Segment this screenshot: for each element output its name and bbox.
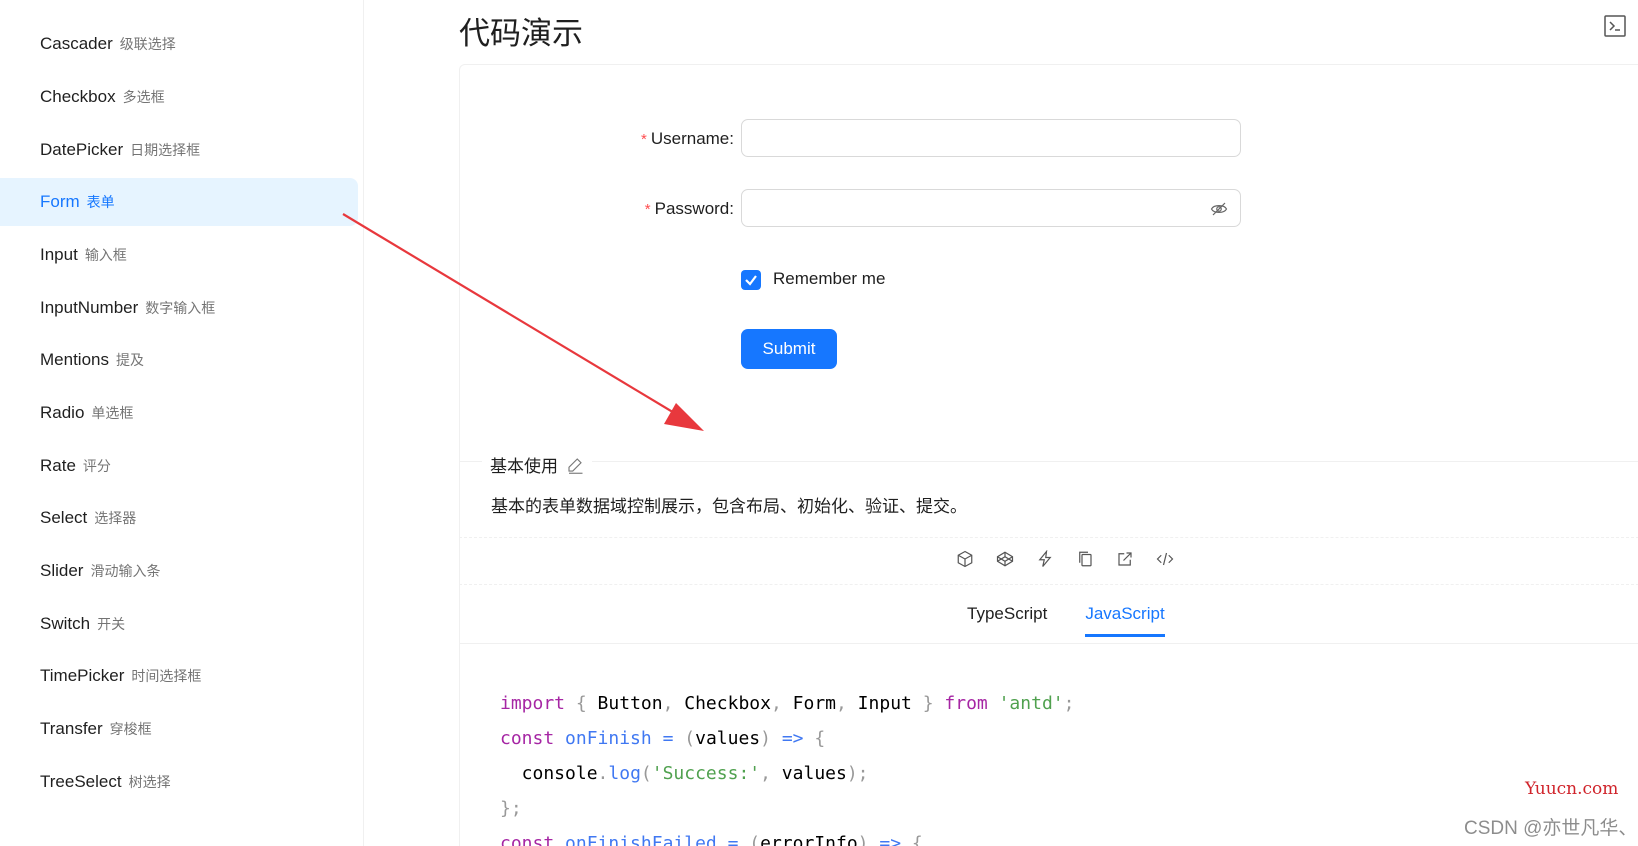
code-line: };	[500, 798, 522, 819]
sidebar-item-cascader[interactable]: Cascader 级联选择	[0, 20, 358, 68]
sidebar-item-label: InputNumber	[40, 298, 139, 317]
sidebar-item-checkbox[interactable]: Checkbox 多选框	[0, 73, 358, 121]
section-divider	[459, 461, 1638, 462]
remember-label[interactable]: Remember me	[773, 269, 885, 289]
sidebar-item-label: Transfer	[40, 719, 103, 738]
password-label-text: Password	[654, 199, 730, 218]
sidebar-item-inputnumber[interactable]: InputNumber 数字输入框	[0, 284, 358, 332]
sidebar-item-treeselect[interactable]: TreeSelect 树选择	[0, 758, 358, 806]
sidebar-item-input[interactable]: Input 输入框	[0, 231, 358, 279]
sidebar-item-sublabel: 树选择	[128, 774, 171, 790]
sidebar-item-form[interactable]: Form 表单	[0, 178, 358, 226]
sidebar-item-sublabel: 开关	[97, 616, 126, 632]
sidebar-item-rate[interactable]: Rate 评分	[0, 442, 358, 490]
sidebar-item-sublabel: 输入框	[84, 247, 127, 263]
sidebar-item-switch[interactable]: Switch 开关	[0, 600, 358, 648]
sidebar-item-sublabel: 多选框	[122, 89, 165, 105]
sidebar-item-sublabel: 提及	[115, 352, 144, 368]
copy-icon[interactable]	[1076, 550, 1094, 568]
username-label-text: Username	[650, 129, 730, 148]
sidebar-item-label: Input	[40, 245, 78, 264]
sidebar: Cascader 级联选择 Checkbox 多选框 DatePicker 日期…	[0, 0, 364, 846]
sidebar-item-transfer[interactable]: Transfer 穿梭框	[0, 705, 358, 753]
edit-icon[interactable]	[566, 456, 584, 474]
sidebar-item-label: Switch	[40, 614, 91, 633]
code-icon[interactable]	[1156, 550, 1174, 568]
codesandbox-icon[interactable]	[956, 550, 974, 568]
username-label: * Username:	[626, 129, 734, 149]
sidebar-item-label: Mentions	[40, 350, 109, 369]
sidebar-item-radio[interactable]: Radio 单选框	[0, 389, 358, 437]
code-line: import { Button, Checkbox, Form, Input }…	[500, 693, 1075, 714]
dashed-divider	[459, 537, 1638, 538]
remember-checkbox[interactable]	[741, 270, 761, 290]
code-line: const onFinishFailed = (errorInfo) => {	[500, 833, 923, 846]
codepen-icon[interactable]	[996, 550, 1014, 568]
code-line: const onFinish = (values) => {	[500, 728, 826, 749]
eye-invisible-icon[interactable]	[1210, 200, 1228, 218]
label-colon: :	[729, 199, 734, 218]
sidebar-item-label: Form	[40, 192, 80, 211]
code-block: import { Button, Checkbox, Form, Input }…	[500, 686, 1074, 846]
sidebar-item-sublabel: 级联选择	[119, 36, 176, 52]
sidebar-item-sublabel: 滑动输入条	[90, 563, 161, 579]
sidebar-item-sublabel: 穿梭框	[109, 721, 152, 737]
sidebar-item-timepicker[interactable]: TimePicker 时间选择框	[0, 652, 358, 700]
username-field[interactable]	[741, 119, 1241, 157]
demo-description: 基本的表单数据域控制展示，包含布局、初始化、验证、提交。	[491, 497, 967, 516]
tab-javascript[interactable]: JavaScript	[1085, 604, 1165, 637]
sidebar-item-sublabel: 评分	[82, 458, 111, 474]
sidebar-item-label: Radio	[40, 403, 85, 422]
sidebar-item-slider[interactable]: Slider 滑动输入条	[0, 547, 358, 595]
watermark-site: Yuucn.com	[1525, 779, 1619, 799]
code-line: console.log('Success:', values);	[500, 763, 869, 784]
required-mark: *	[641, 131, 647, 148]
sidebar-item-select[interactable]: Select 选择器	[0, 494, 358, 542]
sidebar-item-datepicker[interactable]: DatePicker 日期选择框	[0, 126, 358, 174]
code-tabs: TypeScript JavaScript	[967, 604, 1165, 637]
sidebar-item-label: Slider	[40, 561, 84, 580]
tab-typescript[interactable]: TypeScript	[967, 604, 1047, 637]
submit-button[interactable]: Submit	[741, 329, 837, 369]
check-icon	[745, 275, 757, 286]
section-title-wrap: 基本使用	[482, 452, 592, 477]
password-field[interactable]	[741, 189, 1241, 227]
sidebar-item-sublabel: 表单	[86, 194, 115, 210]
sidebar-item-mentions[interactable]: Mentions 提及	[0, 336, 358, 384]
stackblitz-icon[interactable]	[1036, 550, 1054, 568]
demo-actions	[956, 550, 1174, 568]
section-title: 基本使用	[490, 457, 558, 476]
watermark-author: CSDN @亦世凡华、	[1464, 818, 1638, 839]
label-colon: :	[729, 129, 734, 148]
sidebar-item-label: Select	[40, 508, 88, 527]
terminal-icon[interactable]	[1603, 14, 1627, 38]
sidebar-item-label: Checkbox	[40, 87, 116, 106]
password-label: * Password:	[626, 199, 734, 219]
sidebar-item-label: TimePicker	[40, 666, 125, 685]
open-external-icon[interactable]	[1116, 550, 1134, 568]
sidebar-item-label: TreeSelect	[40, 772, 122, 791]
sidebar-item-label: DatePicker	[40, 140, 124, 159]
sidebar-item-label: Cascader	[40, 34, 113, 53]
sidebar-item-sublabel: 时间选择框	[131, 668, 202, 684]
tabs-divider	[459, 643, 1638, 644]
sidebar-item-label: Rate	[40, 456, 76, 475]
page-title: 代码演示	[459, 16, 583, 51]
dashed-divider	[459, 584, 1638, 585]
sidebar-item-sublabel: 选择器	[94, 510, 137, 526]
sidebar-item-sublabel: 数字输入框	[145, 300, 216, 316]
required-mark: *	[644, 201, 651, 218]
sidebar-item-sublabel: 日期选择框	[130, 142, 201, 158]
sidebar-item-sublabel: 单选框	[91, 405, 134, 421]
